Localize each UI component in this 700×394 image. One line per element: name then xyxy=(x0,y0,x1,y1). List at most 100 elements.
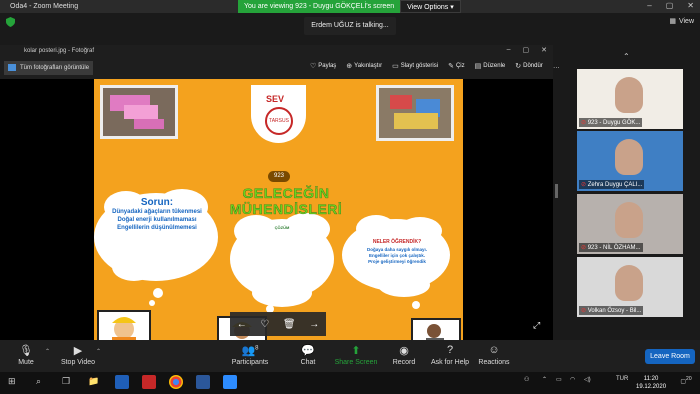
zoom-window: Oda4 - Zoom Meeting – ▢ ✕ You are viewin… xyxy=(0,0,700,394)
participant-name: ⊘ 923 - NİL ÖZHAM... xyxy=(579,243,643,252)
view-options-button[interactable]: View Options ▾ xyxy=(400,0,461,13)
file-explorer-icon[interactable]: 📁 xyxy=(88,376,99,387)
participant-tile[interactable]: ⊘ 923 - Duygu GÖK... xyxy=(577,69,683,129)
participants-count: 8 xyxy=(255,345,259,352)
gallery-up-icon[interactable]: ⌃ xyxy=(623,52,630,61)
previous-arrow-icon[interactable]: ← xyxy=(237,319,247,330)
sev-logo: SEV TARSUS xyxy=(251,85,306,143)
chrome-icon[interactable] xyxy=(169,375,183,389)
close-icon[interactable]: ✕ xyxy=(687,1,694,10)
close-icon[interactable]: ✕ xyxy=(541,46,547,54)
expand-icon[interactable]: ⤢ xyxy=(533,320,540,331)
muted-mic-icon: ⊘ xyxy=(581,120,588,126)
shared-screen: kolar posteri.jpg - Fotoğraf – ▢ ✕ Tüm f… xyxy=(0,45,560,340)
participant-tile[interactable]: ⊘ 923 - NİL ÖZHAM... xyxy=(577,194,683,254)
toolbar-item-label: Paylaş xyxy=(318,63,337,69)
mute-label: Mute xyxy=(18,359,34,366)
ask-help-label: Ask for Help xyxy=(430,359,470,366)
poster-line: Dünyadaki ağaçların tükenmesi xyxy=(112,209,202,215)
share-screen-button[interactable]: ⬆ Share Screen xyxy=(334,344,378,366)
outlook-icon[interactable] xyxy=(115,375,129,389)
question-icon: ? xyxy=(446,344,454,356)
participant-name-text: Volkan Özsoy - Bil... xyxy=(587,308,642,314)
photos-toolbar-item[interactable]: ♡ Paylaş xyxy=(310,62,336,70)
toolbar-item-icon: … xyxy=(552,62,560,70)
participant-tile[interactable]: ⊘ Volkan Özsoy - Bil... xyxy=(577,257,683,317)
poster-image: SEV TARSUS 923 GELECEĞİN MÜHENDİSLERİ So… xyxy=(94,79,463,340)
logo-text: SEV xyxy=(266,94,285,104)
mute-caret-icon[interactable]: ⌃ xyxy=(45,348,50,355)
participants-button[interactable]: 👥8 Participants xyxy=(228,344,272,366)
record-button[interactable]: ◉ Record xyxy=(392,344,416,366)
toolbar-item-icon: ▭ xyxy=(392,63,399,70)
window-controls: – ▢ ✕ xyxy=(647,1,694,10)
acrobat-icon[interactable] xyxy=(142,375,156,389)
grid-icon: ▦ xyxy=(669,18,676,25)
chat-label: Chat xyxy=(300,359,316,366)
toolbar-item-label: Yakınlaştır xyxy=(354,63,383,69)
scroll-handle[interactable] xyxy=(555,184,558,198)
photos-window-controls: – ▢ ✕ xyxy=(507,46,547,54)
leave-room-button[interactable]: Leave Room xyxy=(645,349,695,364)
wifi-icon[interactable]: ◠ xyxy=(570,376,575,383)
photos-toolbar-item[interactable]: ▭ Slayt gösterisi xyxy=(392,62,438,70)
photos-toolbar-item[interactable]: … xyxy=(553,62,562,70)
participant-video xyxy=(615,139,643,175)
maximize-icon[interactable]: ▢ xyxy=(523,46,530,54)
chat-icon: 💬 xyxy=(301,345,315,357)
minimize-icon[interactable]: – xyxy=(507,46,511,54)
view-button[interactable]: ▦ View xyxy=(669,17,694,26)
windows-start-icon[interactable]: ⊞ xyxy=(8,376,16,387)
toolbar-item-icon: ▤ xyxy=(474,63,482,70)
photos-window-title: kolar posteri.jpg - Fotoğraf xyxy=(0,45,553,57)
next-arrow-icon[interactable]: → xyxy=(309,319,319,330)
people-icon[interactable]: ⚇ xyxy=(524,376,529,383)
delete-icon[interactable]: 🗑 xyxy=(283,319,296,330)
team-badge: 923 xyxy=(268,171,290,182)
all-photos-label: Tüm fotoğrafları görüntüle xyxy=(20,65,90,71)
security-shield-icon[interactable] xyxy=(6,17,15,27)
stop-video-label: Stop Video xyxy=(60,359,96,366)
zoom-icon[interactable] xyxy=(223,375,237,389)
participant-tile[interactable]: ⊘ Zehra Duygu ÇALI... xyxy=(577,131,683,191)
learned-title: NELER ÖĞRENDİK? xyxy=(372,239,422,245)
network-icon[interactable]: ▭ xyxy=(556,376,562,383)
view-label: View xyxy=(678,17,694,25)
notifications-icon[interactable]: ▢20 xyxy=(680,376,692,385)
video-caret-icon[interactable]: ⌃ xyxy=(96,348,101,355)
maximize-icon[interactable]: ▢ xyxy=(666,1,674,10)
learned-text: NELER ÖĞRENDİK? Doğaya daha saygılı olma… xyxy=(352,239,442,265)
participant-name: ⊘ 923 - Duygu GÖK... xyxy=(579,118,643,127)
chat-button[interactable]: 💬 Chat xyxy=(296,344,320,366)
share-screen-label: Share Screen xyxy=(334,359,378,366)
mute-button[interactable]: 🎙 Mute xyxy=(12,344,40,366)
record-icon: ◉ xyxy=(399,345,409,357)
tray-chevron-icon[interactable]: ⌃ xyxy=(542,376,547,383)
ask-help-button[interactable]: ? Ask for Help xyxy=(430,344,470,366)
volume-icon[interactable]: ◁) xyxy=(584,376,591,383)
date: 19.12.2020 xyxy=(636,384,667,390)
all-photos-button[interactable]: Tüm fotoğrafları görüntüle xyxy=(4,61,94,75)
photos-toolbar-item[interactable]: ↻ Döndür xyxy=(515,62,543,70)
search-icon[interactable]: ⌕ xyxy=(36,376,41,387)
word-icon[interactable] xyxy=(196,375,210,389)
app-title: Oda4 - Zoom Meeting xyxy=(10,3,79,10)
share-screen-icon: ⬆ xyxy=(351,345,361,357)
photos-toolbar-item[interactable]: ✎ Çiz xyxy=(448,62,465,70)
favorite-icon[interactable]: ♡ xyxy=(260,319,269,330)
reactions-button[interactable]: ☺ Reactions xyxy=(478,344,510,366)
language-indicator[interactable]: TUR xyxy=(616,376,628,382)
participants-label: Participants xyxy=(231,359,269,366)
task-view-icon[interactable]: ❐ xyxy=(62,376,70,387)
minimize-icon[interactable]: – xyxy=(647,1,651,10)
stop-video-button[interactable]: ▶ Stop Video xyxy=(58,344,98,366)
logo-sub: TARSUS xyxy=(265,107,293,135)
photos-toolbar-item[interactable]: ▤ Düzenle xyxy=(475,62,506,70)
participants-icon: 👥8 xyxy=(241,345,259,357)
photos-toolbar-item[interactable]: ⊕ Yakınlaştır xyxy=(346,62,382,70)
clock[interactable]: 11:20 19.12.2020 xyxy=(636,375,666,391)
photos-icon xyxy=(8,64,16,71)
learned-lines: Doğaya daha saygılı olmayı. Engelliler iç… xyxy=(352,247,442,265)
poster-headline: GELECEĞİN MÜHENDİSLERİ xyxy=(229,185,343,217)
emoji-icon: ☺ xyxy=(488,344,500,356)
